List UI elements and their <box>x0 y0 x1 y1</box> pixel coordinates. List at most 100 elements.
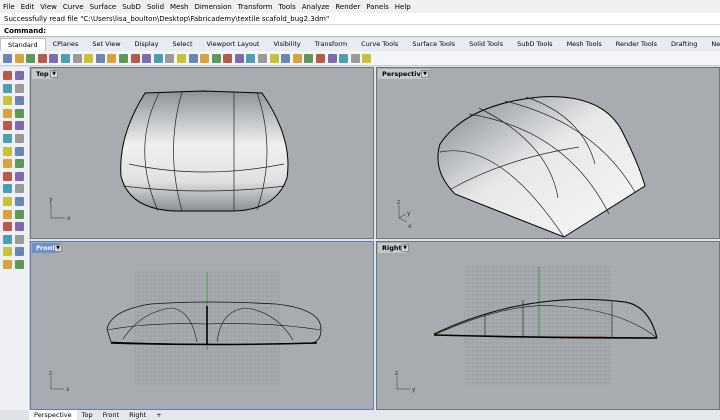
zoom-window-icon[interactable] <box>153 53 163 63</box>
curve-icon[interactable] <box>15 83 24 93</box>
menu-file[interactable]: File <box>3 3 15 11</box>
rectangle-icon[interactable] <box>15 108 24 118</box>
tab-curve-tools[interactable]: Curve Tools <box>354 38 405 51</box>
menu-curve[interactable]: Curve <box>63 3 84 11</box>
cylinder-icon[interactable] <box>15 171 24 181</box>
menu-tools[interactable]: Tools <box>279 3 296 11</box>
zoom-selected-icon[interactable] <box>176 53 186 63</box>
gumball-icon[interactable] <box>327 53 337 63</box>
tab-visibility[interactable]: Visibility <box>266 38 307 51</box>
viewport-menu-icon[interactable]: ▼ <box>421 70 429 78</box>
tab-select[interactable]: Select <box>165 38 199 51</box>
history-icon[interactable] <box>339 53 349 63</box>
select-icon[interactable] <box>3 71 12 80</box>
fillet-icon[interactable] <box>3 197 12 206</box>
print-icon[interactable] <box>37 53 47 63</box>
viewport-top[interactable]: y x Top ▼ <box>30 67 374 239</box>
properties-icon[interactable] <box>234 53 244 63</box>
show-icon[interactable] <box>200 53 210 63</box>
viewport-menu-icon[interactable]: ▼ <box>54 244 62 252</box>
open-icon[interactable] <box>14 53 24 63</box>
tab-viewport-layout[interactable]: Viewport Layout <box>200 38 267 51</box>
import-icon[interactable] <box>49 53 59 63</box>
rotate-icon[interactable] <box>130 53 140 63</box>
sweep-icon[interactable] <box>3 159 12 169</box>
trim-icon[interactable] <box>15 197 24 206</box>
menu-transform[interactable]: Transform <box>238 3 273 11</box>
polygon-icon[interactable] <box>3 121 12 131</box>
loft-icon[interactable] <box>3 146 12 156</box>
analyze-icon[interactable] <box>15 260 24 269</box>
new-file-icon[interactable] <box>3 53 12 63</box>
grid-icon[interactable] <box>292 53 302 63</box>
menu-surface[interactable]: Surface <box>90 3 117 11</box>
viewport-right[interactable]: z y Right ▼ <box>376 241 720 410</box>
viewport-menu-icon[interactable]: ▼ <box>401 244 409 252</box>
lock-icon[interactable] <box>211 53 221 63</box>
boolean-icon[interactable] <box>3 184 12 194</box>
menu-subd[interactable]: SubD <box>122 3 141 11</box>
mirror-icon[interactable] <box>15 247 24 257</box>
layer-icon[interactable] <box>223 53 233 63</box>
join-icon[interactable] <box>15 209 24 219</box>
menu-panels[interactable]: Panels <box>366 3 389 11</box>
extrude-icon[interactable] <box>15 134 24 143</box>
zoom-extents-icon[interactable] <box>165 53 175 63</box>
hide-icon[interactable] <box>188 53 198 63</box>
ellipse-icon[interactable] <box>3 108 12 118</box>
circle-icon[interactable] <box>3 96 12 106</box>
menu-dimension[interactable]: Dimension <box>194 3 231 11</box>
osnap-icon[interactable] <box>316 53 326 63</box>
surface-icon[interactable] <box>3 134 12 143</box>
viewport-tab-front[interactable]: Front <box>98 410 124 420</box>
copy-icon[interactable] <box>72 53 82 63</box>
tab-mesh-tools[interactable]: Mesh Tools <box>560 38 609 51</box>
paste-icon[interactable] <box>84 53 94 63</box>
viewport-tab-perspective[interactable]: Perspective <box>29 410 77 420</box>
menu-analyze[interactable]: Analyze <box>302 3 330 11</box>
add-viewport-tab-icon[interactable]: + <box>151 410 166 420</box>
polyline-icon[interactable] <box>3 83 12 93</box>
menu-render[interactable]: Render <box>335 3 360 11</box>
move-icon[interactable] <box>15 222 24 232</box>
array-icon[interactable] <box>3 260 12 269</box>
save-icon[interactable] <box>26 53 36 63</box>
viewport-tab-top[interactable]: Top <box>77 410 98 420</box>
tab-render-tools[interactable]: Render Tools <box>609 38 664 51</box>
tab-drafting[interactable]: Drafting <box>664 38 704 51</box>
arc-icon[interactable] <box>15 96 24 106</box>
light-icon[interactable] <box>281 53 291 63</box>
viewport-menu-icon[interactable]: ▼ <box>50 70 58 78</box>
viewport-tab-right[interactable]: Right <box>124 410 151 420</box>
color-icon[interactable] <box>246 53 256 63</box>
copy-icon[interactable] <box>3 234 12 244</box>
solid-box-icon[interactable] <box>15 159 24 169</box>
tab-set-view[interactable]: Set View <box>85 38 127 51</box>
tab-subd-tools[interactable]: SubD Tools <box>510 38 559 51</box>
point-icon[interactable] <box>15 71 24 80</box>
filter-icon[interactable] <box>350 53 360 63</box>
menu-edit[interactable]: Edit <box>21 3 35 11</box>
sphere-icon[interactable] <box>3 171 12 181</box>
command-input[interactable] <box>48 25 653 38</box>
menu-help[interactable]: Help <box>395 3 411 11</box>
undo-icon[interactable] <box>95 53 105 63</box>
split-icon[interactable] <box>3 209 12 219</box>
mesh-icon[interactable] <box>15 184 24 194</box>
zoom-icon[interactable] <box>142 53 152 63</box>
tab-transform[interactable]: Transform <box>308 38 354 51</box>
pan-icon[interactable] <box>118 53 128 63</box>
tab-surface-tools[interactable]: Surface Tools <box>405 38 462 51</box>
snap-icon[interactable] <box>304 53 314 63</box>
redo-icon[interactable] <box>107 53 117 63</box>
help-icon[interactable] <box>362 53 372 63</box>
scale-icon[interactable] <box>3 247 12 257</box>
viewport-front[interactable]: z x Front ▼ <box>30 241 374 410</box>
explode-icon[interactable] <box>3 222 12 232</box>
tab-display[interactable]: Display <box>128 38 166 51</box>
menu-solid[interactable]: Solid <box>147 3 164 11</box>
tab-cplanes[interactable]: CPlanes <box>46 38 86 51</box>
menu-mesh[interactable]: Mesh <box>170 3 188 11</box>
tab-solid-tools[interactable]: Solid Tools <box>462 38 510 51</box>
revolve-icon[interactable] <box>15 146 24 156</box>
